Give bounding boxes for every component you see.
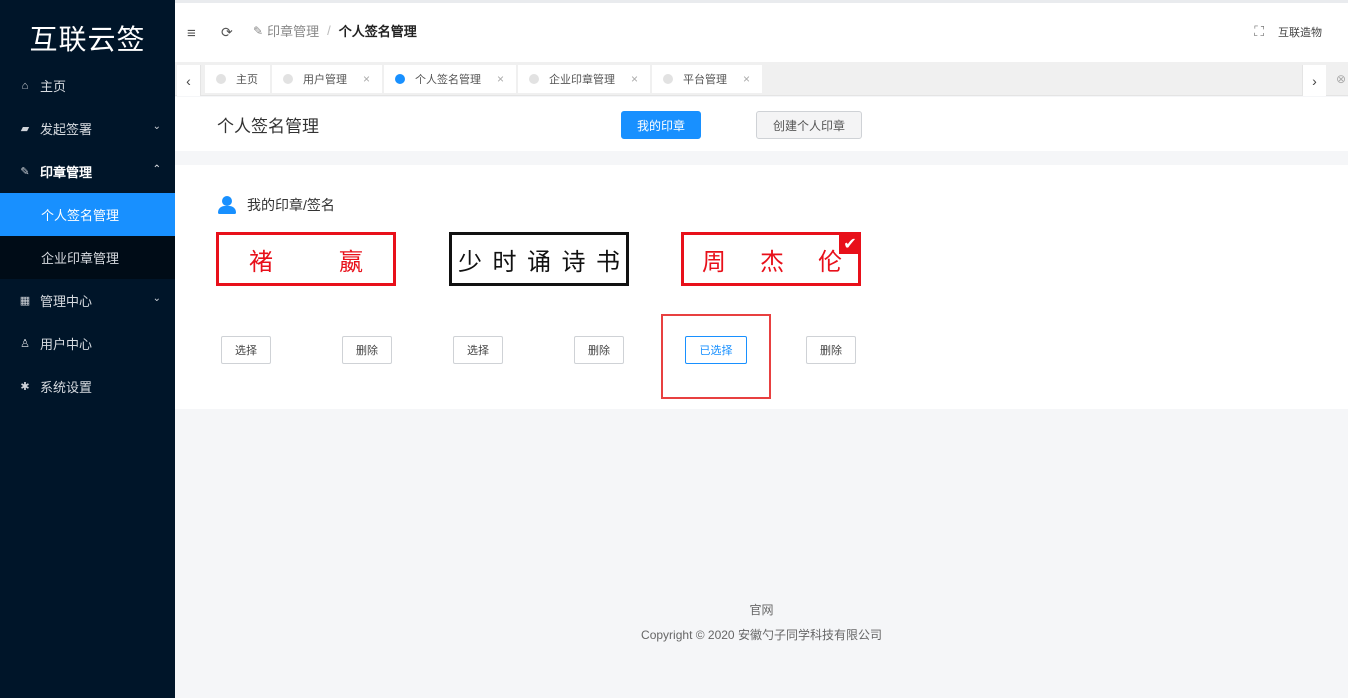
gear-icon: ✱ [20,381,30,393]
user-icon: ♙ [20,338,30,350]
my-seals-button[interactable]: 我的印章 [621,111,701,139]
sidebar-subitem-personal-signature[interactable]: 个人签名管理 [0,193,175,236]
tab-company-seal[interactable]: 企业印章管理 × [518,65,651,93]
close-icon[interactable]: × [497,72,504,86]
pen-icon: ✎ [20,166,30,178]
sidebar-item-system-settings[interactable]: ✱ 系统设置 [0,365,175,408]
seal-char: 嬴 [339,247,363,276]
pen-icon: ✎ [253,23,264,38]
create-personal-seal-button[interactable]: 创建个人印章 [756,111,862,139]
sidebar-item-label: 管理中心 [40,294,93,309]
tab-label: 企业印章管理 [549,74,616,86]
sidebar-item-management-center[interactable]: ▦ 管理中心 ⌄ [0,279,175,322]
close-icon[interactable]: × [743,72,750,86]
close-all-tabs-icon[interactable]: ⊗ [1336,72,1346,86]
refresh-icon[interactable]: ⟳ [221,24,233,41]
breadcrumb: ✎ 印章管理 / 个人签名管理 [253,21,417,40]
app-logo: 互联云签 [29,23,146,56]
seal-image: 褚 嬴 [216,232,396,286]
sidebar-item-home[interactable]: ⌂ 主页 [0,64,175,107]
chevron-down-icon: ⌄ [152,293,161,304]
chevron-up-icon: ⌃ [152,164,161,175]
tab-home[interactable]: 主页 [205,65,270,93]
sidebar-item-user-center[interactable]: ♙ 用户中心 [0,322,175,365]
sidebar-item-start-signing[interactable]: ▰ 发起签署 ⌄ [0,107,175,150]
sidebar-item-seal-management[interactable]: ✎ 印章管理 ⌃ [0,150,175,193]
section-title-text: 我的印章/签名 [247,197,335,213]
seal-char: 诵 [527,247,551,276]
tabs-bar: ‹ 主页 用户管理 × 个人签名管理 × 企业印章管理 × 平台管理 × › ⊗ [175,62,1348,96]
page-header: 个人签名管理 我的印章 创建个人印章 [175,97,1348,151]
sidebar-item-label: 系统设置 [40,380,93,395]
fullscreen-icon[interactable]: ⛶ [1254,23,1264,40]
breadcrumb-separator: / [327,23,331,38]
tabs-scroll-right-icon[interactable]: › [1302,65,1326,96]
sidebar-subitem-company-seal[interactable]: 企业印章管理 [0,236,175,279]
sign-icon: ▰ [20,123,30,135]
selected-button[interactable]: 已选择 [685,336,747,364]
delete-button[interactable]: 删除 [806,336,856,364]
select-button[interactable]: 选择 [221,336,271,364]
sidebar-item-label: 主页 [40,79,67,94]
sidebar: 互联云签 ⌂ 主页 ▰ 发起签署 ⌄ ✎ 印章管理 ⌃ 个人签名管理 企业印章管… [0,0,175,698]
seal-char: 杰 [760,247,784,276]
delete-button[interactable]: 删除 [342,336,392,364]
seal-image-selected: 周 杰 伦 ✔ [681,232,861,286]
grid-icon: ▦ [19,295,31,307]
section-title: 我的印章/签名 [217,195,335,215]
home-icon: ⌂ [21,79,29,92]
tab-dot [395,74,406,84]
seals-card: 我的印章/签名 褚 嬴 少 时 诵 诗 书 周 杰 伦 ✔ 选择 删除 选择 删… [175,165,1348,409]
tab-personal-signature[interactable]: 个人签名管理 × [384,65,517,93]
sidebar-item-label: 发起签署 [40,122,93,137]
tabs: 主页 用户管理 × 个人签名管理 × 企业印章管理 × 平台管理 × [205,65,764,93]
top-header: ≡ ⟳ ✎ 印章管理 / 个人签名管理 ⛶ 互联造物 [175,0,1348,62]
delete-button[interactable]: 删除 [574,336,624,364]
seal-char: 时 [492,247,517,276]
close-icon[interactable]: × [363,72,370,86]
signature-image: 少 时 诵 诗 书 [449,232,629,286]
breadcrumb-item[interactable]: 印章管理 [267,21,319,40]
sidebar-item-label: 印章管理 [40,165,93,180]
tab-platform-management[interactable]: 平台管理 × [652,65,763,93]
tab-user-management[interactable]: 用户管理 × [272,65,383,93]
tab-dot [663,74,674,84]
tab-dot [529,74,540,84]
page-title: 个人签名管理 [217,117,319,136]
seal-char: 诗 [561,247,586,276]
person-icon [217,196,237,214]
menu-toggle-icon[interactable]: ≡ [187,25,196,42]
select-button[interactable]: 选择 [453,336,503,364]
tab-label: 用户管理 [303,74,347,86]
breadcrumb-current: 个人签名管理 [338,24,417,39]
copyright: Copyright © 2020 安徽勺子同学科技有限公司 [641,628,882,642]
tabs-scroll-left-icon[interactable]: ‹ [177,65,201,96]
tab-label: 个人签名管理 [415,74,482,86]
official-site-link[interactable]: 官网 [175,601,1348,618]
seal-char: 书 [596,247,620,276]
tab-dot [216,74,226,84]
user-name[interactable]: 互联造物 [1278,24,1322,40]
tab-dot [283,74,293,84]
chevron-down-icon: ⌄ [152,121,161,132]
tab-label: 主页 [236,74,258,86]
tab-label: 平台管理 [683,74,728,86]
sidebar-item-label: 用户中心 [40,337,93,352]
seal-char: 褚 [249,247,273,276]
check-icon: ✔ [839,232,861,254]
seal-char: 少 [458,247,482,276]
seal-char: 周 [702,247,726,276]
close-icon[interactable]: × [631,72,638,86]
